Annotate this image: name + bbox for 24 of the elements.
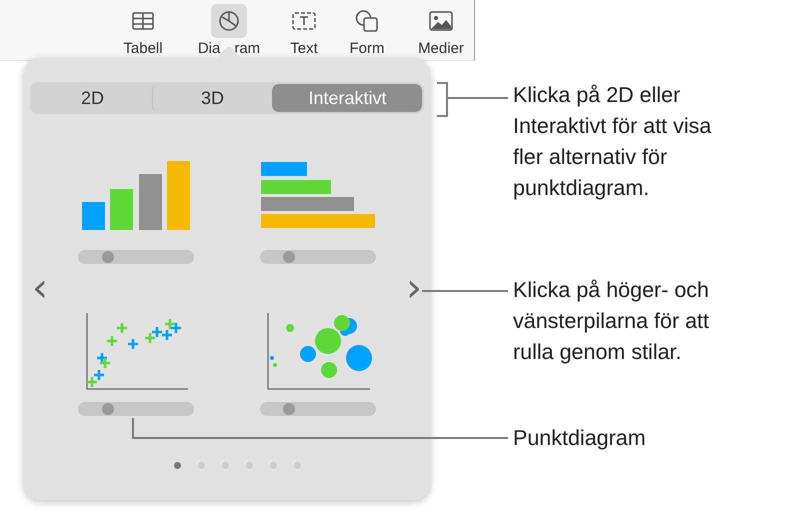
segment-tab[interactable]: 2D [32, 84, 152, 112]
leader-line [448, 97, 508, 99]
style-slider[interactable] [78, 402, 194, 416]
image-icon [429, 11, 453, 31]
pie-chart-icon [218, 10, 240, 32]
toolbar-button[interactable]: Tabell [110, 0, 176, 57]
slider-thumb[interactable] [283, 251, 295, 263]
style-slider[interactable] [260, 250, 376, 264]
callout-text: Punktdiagram [513, 425, 647, 452]
bracket-line [437, 82, 448, 117]
toolbar-button[interactable]: Medier [408, 0, 474, 57]
text-box-icon [292, 12, 316, 30]
callout-text: Klicka på höger- och vänsterpilarna för att rulla genom stilar. [513, 277, 710, 366]
slider-thumb[interactable] [283, 403, 295, 415]
toolbar-button[interactable]: Text [282, 0, 326, 57]
toolbar-button[interactable]: Dia ram [176, 0, 282, 57]
table-icon [132, 12, 154, 30]
shape-icon [355, 10, 379, 32]
toolbar-button[interactable]: Form [326, 0, 408, 57]
callout-text: Klicka på 2D eller Interaktivt för att visa fler alternativ för punktdiagram. [513, 82, 712, 202]
style-slider[interactable] [260, 402, 376, 416]
style-slider[interactable] [78, 250, 194, 264]
slider-thumb[interactable] [102, 251, 114, 263]
slider-thumb[interactable] [102, 403, 114, 415]
